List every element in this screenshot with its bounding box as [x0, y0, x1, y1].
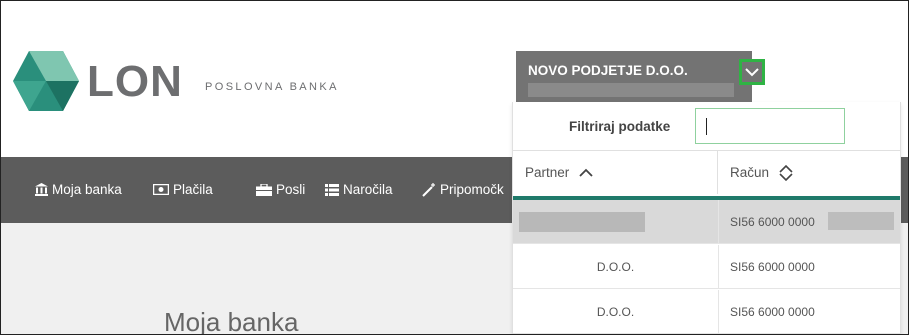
table-row[interactable]: SI56 6000 0000	[513, 200, 900, 244]
sort-icon	[779, 164, 793, 181]
text-caret	[706, 118, 707, 135]
briefcase-icon	[256, 183, 272, 196]
column-label: Partner	[525, 165, 570, 180]
partner-text: D.O.O.	[596, 259, 635, 274]
account-cell: SI56 6000 0000	[718, 290, 900, 333]
partner-cell: D.O.O.	[513, 290, 719, 333]
page-title: Moja banka	[164, 307, 299, 335]
account-cell: SI56 6000 0000	[718, 245, 900, 288]
partner-cell	[513, 200, 719, 243]
account-cell: SI56 6000 0000	[718, 200, 900, 243]
list-icon	[325, 183, 339, 196]
nav-item-placila[interactable]: Plačila	[153, 182, 213, 197]
column-label: Račun	[730, 165, 770, 180]
account-redacted	[828, 212, 894, 230]
nav-item-pripomocki[interactable]: Pripomočk	[422, 182, 504, 197]
table-row[interactable]: D.O.O. SI56 6000 0000	[513, 290, 900, 334]
logo-hexagon-icon	[13, 51, 79, 111]
company-name: NOVO PODJETJE D.O.O.	[528, 63, 688, 78]
column-header-racun[interactable]: Račun	[718, 150, 900, 194]
chevron-down-icon	[745, 68, 759, 77]
nav-label: Plačila	[173, 182, 213, 197]
banknote-icon	[153, 184, 169, 195]
filter-input[interactable]	[695, 108, 845, 144]
filter-label: Filtriraj podatke	[569, 119, 671, 134]
nav-label: Posli	[276, 182, 306, 197]
table-row[interactable]: D.O.O. SI56 6000 0000	[513, 245, 900, 289]
column-header-partner[interactable]: Partner	[513, 150, 718, 194]
bank-icon	[35, 183, 48, 196]
chevron-up-icon	[579, 168, 593, 177]
app-window: LON POSLOVNA BANKA NOVO PODJETJE D.O.O. …	[0, 0, 909, 335]
nav-item-narocila[interactable]: Naročila	[325, 182, 393, 197]
magic-wand-icon	[422, 182, 435, 197]
company-detail-redacted	[528, 83, 734, 97]
nav-item-posli[interactable]: Posli	[256, 182, 305, 197]
logo-subtitle: POSLOVNA BANKA	[205, 81, 339, 93]
partner-cell: D.O.O.	[513, 245, 719, 288]
nav-label: Moja banka	[52, 182, 122, 197]
partner-redacted	[519, 212, 645, 232]
company-selector[interactable]: NOVO PODJETJE D.O.O.	[516, 51, 765, 103]
logo-wordmark: LON	[87, 57, 183, 106]
nav-label: Pripomočk	[440, 182, 504, 197]
nav-label: Naročila	[343, 182, 393, 197]
company-dropdown-toggle[interactable]	[739, 59, 765, 85]
account-text: SI56 6000 0000	[730, 214, 815, 229]
nav-item-moja-banka[interactable]: Moja banka	[35, 182, 122, 197]
company-partner-dropdown: Filtriraj podatke Partner Račun SI56 600…	[512, 102, 901, 334]
account-text: SI56 6000 0000	[730, 304, 815, 319]
account-text: SI56 6000 0000	[730, 259, 815, 274]
partner-text: D.O.O.	[596, 304, 635, 319]
